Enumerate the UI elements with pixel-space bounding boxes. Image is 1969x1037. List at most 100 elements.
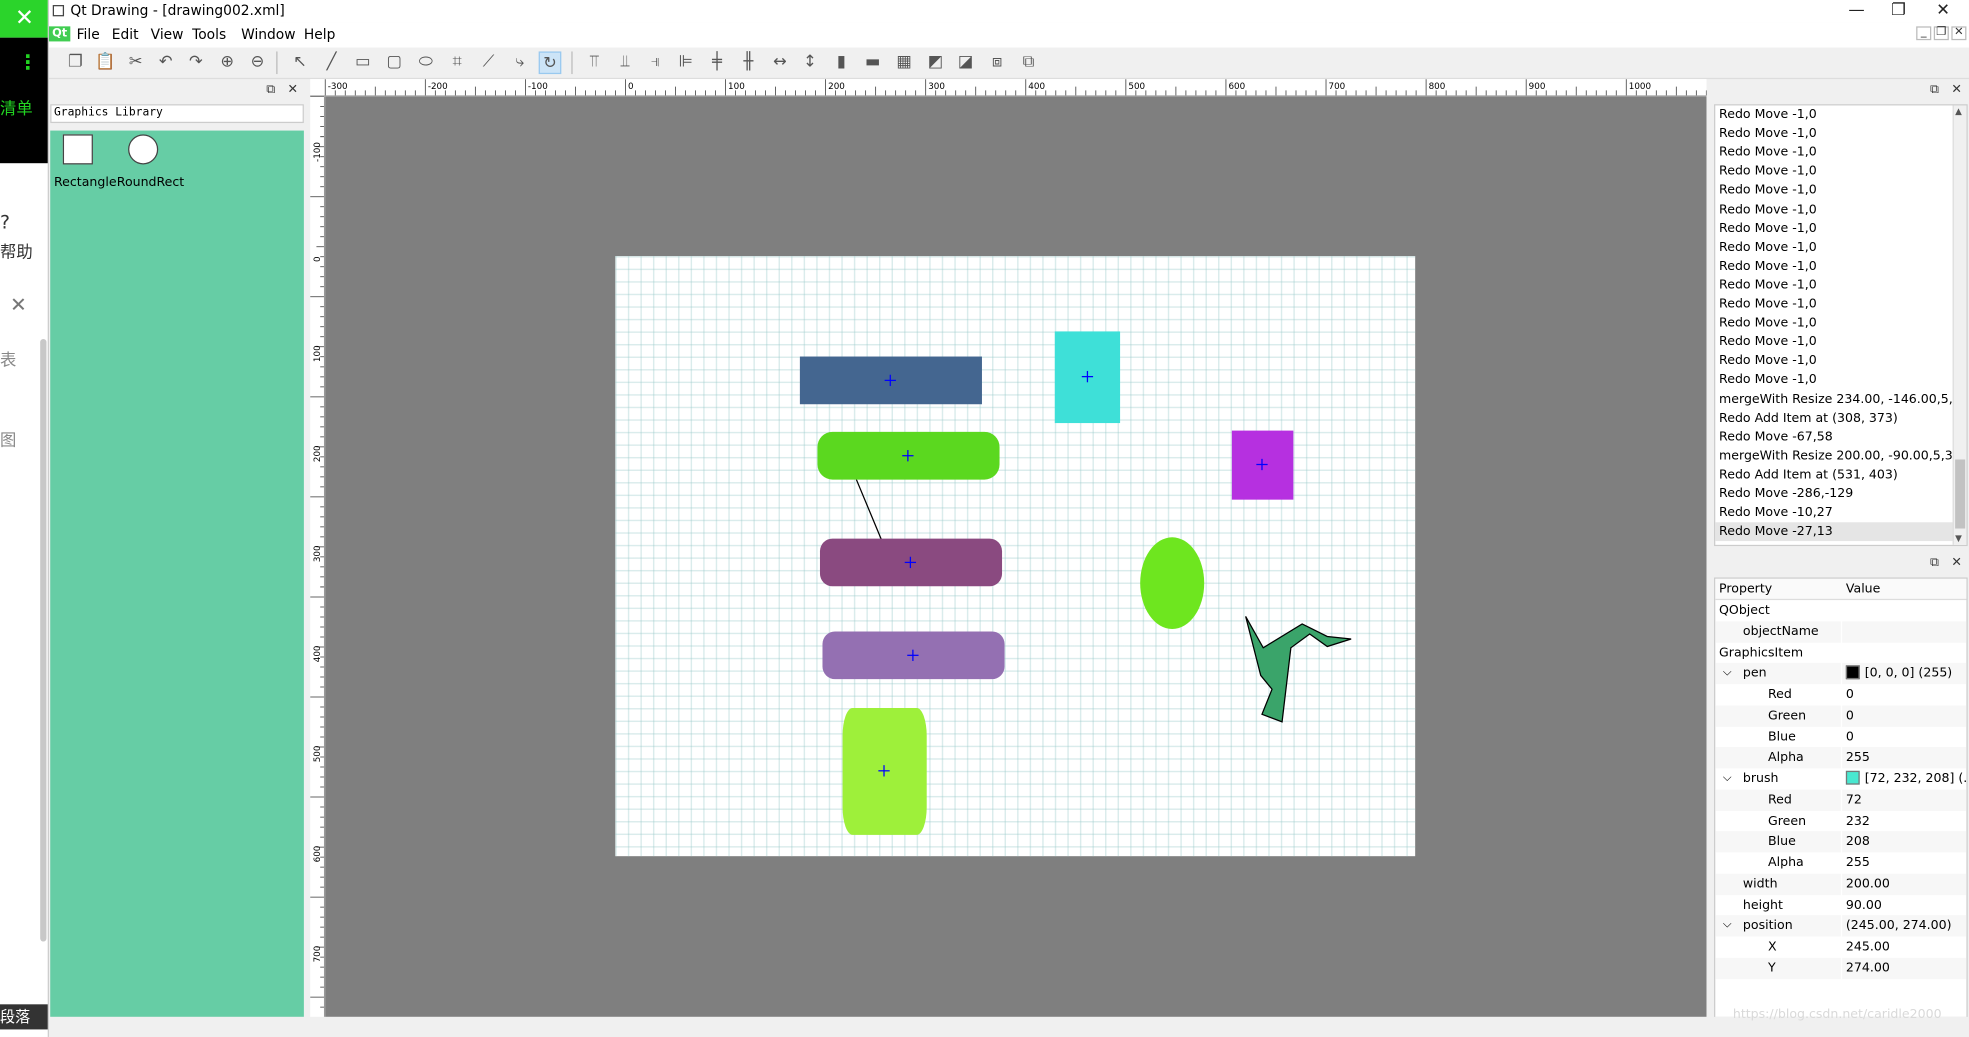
undo-history-item[interactable]: Redo Move -1,0 [1715, 352, 1954, 371]
property-row[interactable]: X 245.00 [1715, 937, 1966, 958]
property-table[interactable]: Property Value QObject objectName Graphics… [1714, 577, 1968, 1019]
chevron-down-icon[interactable]: ⌵ [1723, 916, 1732, 937]
undo-list[interactable]: Redo Move -1,0 Redo Move -1,0 Redo Move -1… [1714, 104, 1968, 547]
polygon-item[interactable] [1245, 616, 1352, 723]
undo-history-item[interactable]: Redo Move -1,0 [1715, 181, 1954, 200]
list-item[interactable]: 图 [0, 427, 16, 451]
minimize-button[interactable]: — [1848, 1, 1864, 20]
drawing-canvas[interactable] [615, 256, 1416, 857]
undo-history-item[interactable]: Redo Move -1,0 [1715, 276, 1954, 295]
roundrect-item[interactable] [817, 431, 1000, 480]
menu-file[interactable]: File [77, 26, 100, 42]
rectangle-shape-icon[interactable] [62, 134, 93, 165]
roundrect-item[interactable] [822, 631, 1005, 680]
property-value[interactable]: 72 [1842, 789, 1967, 811]
property-value[interactable]: [0, 0, 0] (255) [1842, 663, 1967, 685]
undo-history-item[interactable]: Redo Move -1,0 [1715, 219, 1954, 238]
close-button[interactable]: ✕ [1936, 1, 1950, 20]
undo-history-item[interactable]: Redo Move -1,0 [1715, 333, 1954, 352]
undo-history-item[interactable]: Redo Move -1,0 [1715, 162, 1954, 181]
property-row[interactable]: GraphicsItem [1715, 642, 1966, 663]
undo-history-item[interactable]: Redo Move -1,0 [1715, 124, 1954, 143]
ellipse-icon[interactable]: ⬭ [414, 51, 437, 74]
layout-icon[interactable]: ⧈ [986, 51, 1009, 74]
property-value[interactable]: 208 [1842, 831, 1967, 853]
property-row[interactable]: position ⌵ (245.00, 274.00) [1715, 915, 1967, 937]
align-vcenter-icon[interactable]: ╪ [706, 51, 729, 74]
same-height-icon[interactable]: ↕ [799, 51, 822, 74]
same-width-icon[interactable]: ↔ [768, 51, 791, 74]
undo-history-item[interactable]: Redo Move -1,0 [1715, 143, 1954, 162]
undo-history-item[interactable]: Redo Move -1,0 [1715, 295, 1954, 314]
scrollbar[interactable] [40, 338, 47, 942]
align-hcenter-icon[interactable]: ╫ [737, 51, 760, 74]
undo-history-item[interactable]: Redo Move -1,0 [1715, 257, 1954, 276]
polyline-icon[interactable]: ⟋ [477, 51, 500, 74]
menu-edit[interactable]: Edit [112, 26, 139, 42]
rectangle-icon[interactable]: ▭ [352, 51, 375, 74]
menu-tools[interactable]: Tools [192, 26, 226, 42]
property-value[interactable]: 232 [1842, 810, 1966, 831]
property-row[interactable]: Y 274.00 [1715, 957, 1967, 979]
scroll-down-icon[interactable]: ▼ [1955, 534, 1962, 544]
ungroup-icon[interactable]: ▦ [893, 51, 916, 74]
align-top-icon[interactable]: ⫪ [583, 51, 606, 74]
bezier-icon[interactable]: ⤷ [509, 51, 532, 74]
property-value[interactable]: 200.00 [1842, 873, 1967, 895]
rotate-icon[interactable]: ↻ [538, 51, 562, 75]
chevron-down-icon[interactable]: ⌵ [1723, 768, 1732, 789]
close-icon[interactable]: ✕ [1951, 83, 1962, 97]
property-row[interactable]: Blue 0 [1715, 726, 1966, 747]
property-value[interactable]: (245.00, 274.00) [1842, 915, 1967, 937]
mdi-minimize-button[interactable]: _ [1916, 26, 1932, 41]
undo-history-item[interactable]: mergeWith Resize 234.00, -146.00,5,3 [1715, 390, 1954, 409]
copy-icon[interactable]: ❐ [64, 51, 87, 74]
property-row[interactable]: Blue 208 [1715, 831, 1967, 853]
align-right-icon[interactable]: ⫣ [644, 51, 667, 74]
polygon-icon[interactable]: ⌗ [446, 51, 469, 74]
float-icon[interactable]: ⧉ [1930, 556, 1939, 570]
scroll-thumb[interactable] [1955, 459, 1966, 529]
property-value[interactable]: 274.00 [1842, 957, 1967, 979]
undo-history-item[interactable]: mergeWith Resize 200.00, -90.00,5,3 [1715, 447, 1954, 466]
checklist-panel[interactable]: ⋮ 清单 [0, 37, 48, 164]
scroll-up-icon[interactable]: ▲ [1955, 107, 1962, 117]
undo-history-item[interactable]: Redo Move -1,0 [1715, 314, 1954, 333]
undo-history-item[interactable]: Redo Add Item at (308, 373) [1715, 409, 1954, 428]
redo-icon[interactable]: ↷ [185, 51, 208, 74]
property-value[interactable]: 90.00 [1842, 894, 1966, 915]
restore-button[interactable]: ❐ [1891, 1, 1906, 20]
float-icon[interactable]: ⧉ [1930, 83, 1939, 97]
property-row[interactable]: QObject [1715, 600, 1966, 621]
property-row[interactable]: brush ⌵ [72, 232, 208] (... [1715, 768, 1966, 789]
undo-history-item[interactable]: Redo Move -67,58 [1715, 428, 1954, 447]
menu-window[interactable]: Window [241, 26, 295, 42]
property-value[interactable]: 0 [1842, 684, 1966, 705]
property-row[interactable]: Red 0 [1715, 684, 1966, 705]
property-row[interactable]: Alpha 255 [1715, 747, 1967, 769]
zoom-in-icon[interactable]: ⊕ [216, 51, 239, 74]
roundrect-shape-icon[interactable] [128, 134, 159, 165]
undo-history-item[interactable]: Redo Add Item at (531, 403) [1715, 466, 1954, 485]
property-row[interactable]: Red 72 [1715, 789, 1967, 811]
property-row[interactable]: pen ⌵ [0, 0, 0] (255) [1715, 663, 1967, 685]
property-row[interactable]: objectName [1715, 621, 1967, 643]
undo-history-item[interactable]: Redo Move -1,0 [1715, 371, 1954, 390]
close-icon[interactable]: ✕ [0, 0, 48, 38]
float-icon[interactable]: ⧉ [266, 83, 275, 97]
property-row[interactable]: Green 0 [1715, 705, 1967, 727]
rect-item[interactable] [1231, 430, 1294, 500]
property-value[interactable] [1842, 621, 1967, 643]
align-bottom-icon[interactable]: ⫫ [614, 51, 637, 74]
close-icon[interactable]: ✕ [1951, 556, 1962, 570]
properties-icon[interactable]: ⧉ [1017, 51, 1040, 74]
graphics-view[interactable] [325, 96, 1707, 1017]
roundrect-icon[interactable]: ▢ [383, 51, 406, 74]
more-icon[interactable]: ⋮ [18, 50, 38, 74]
undo-history-item[interactable]: Redo Move -27,13 [1715, 522, 1954, 542]
chevron-down-icon[interactable]: ⌵ [1723, 663, 1732, 684]
property-row[interactable]: Alpha 255 [1715, 852, 1966, 873]
send-back-icon[interactable]: ◪ [954, 51, 977, 74]
ellipse-item[interactable] [1140, 537, 1205, 629]
rect-item[interactable] [799, 356, 982, 405]
